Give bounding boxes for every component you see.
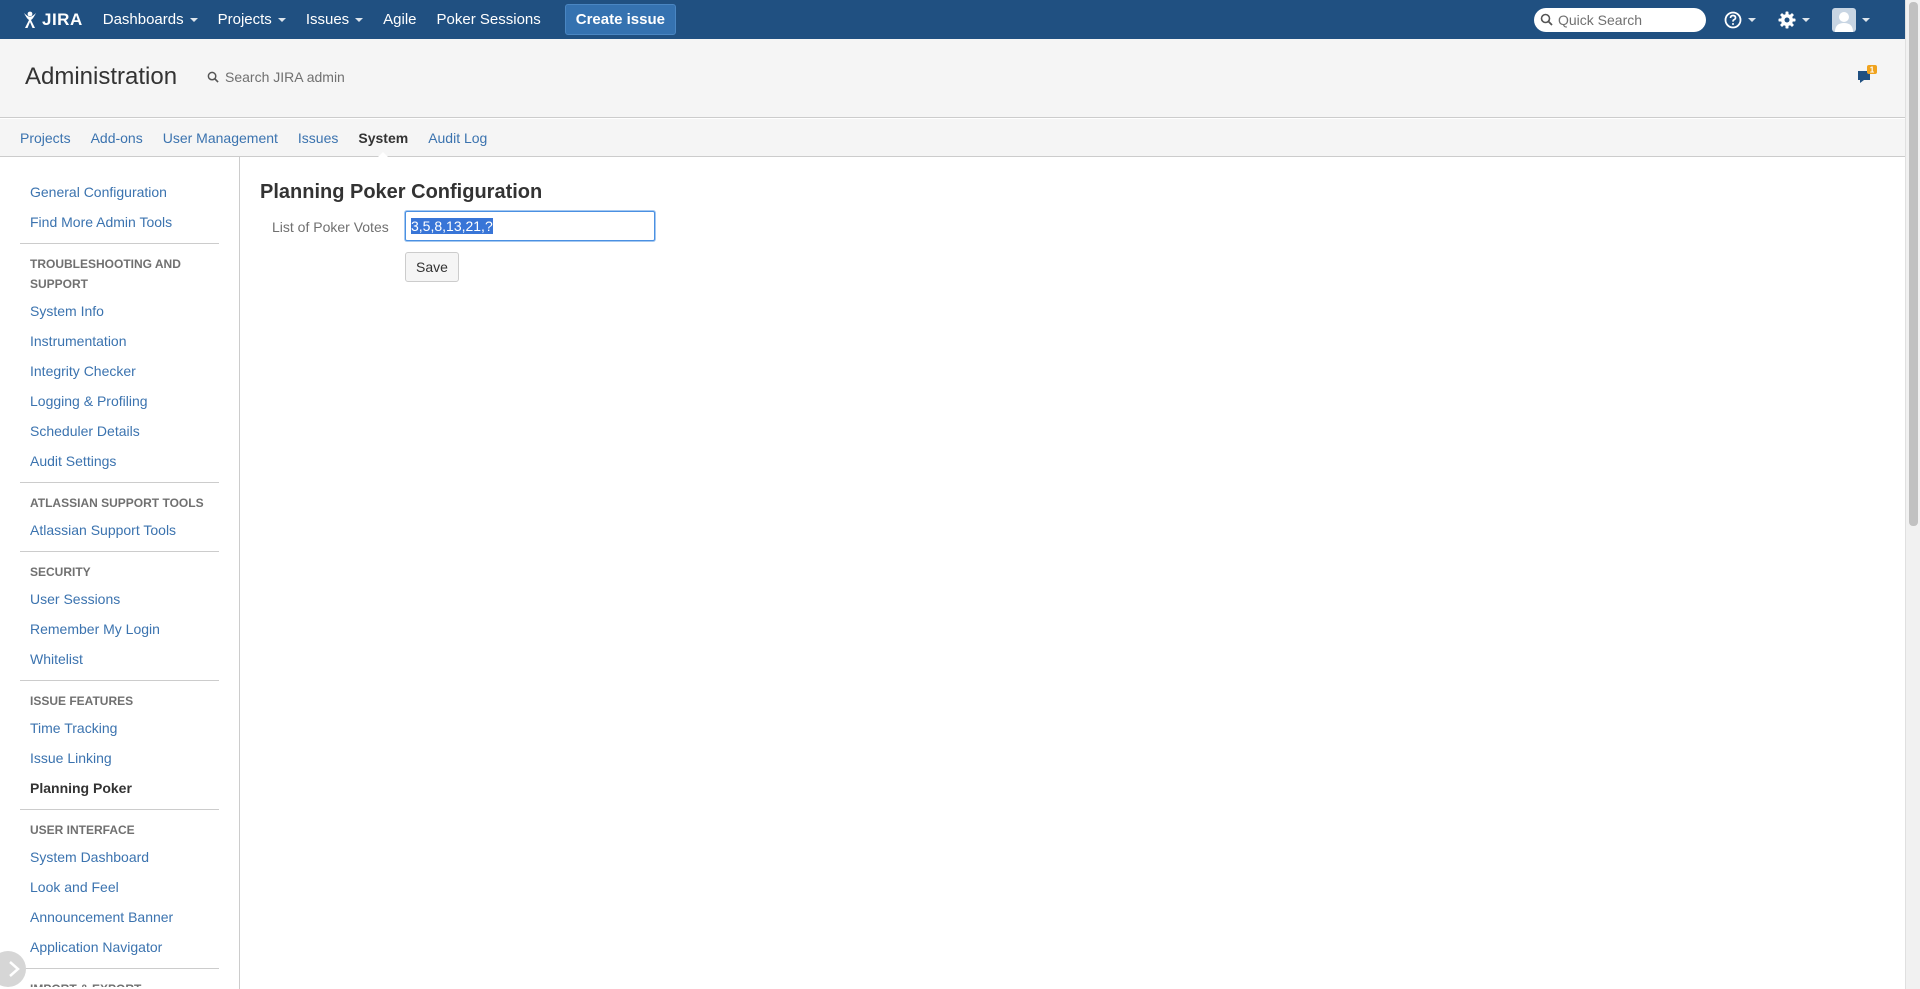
search-icon [207, 71, 219, 83]
sidebar-item-scheduler-details[interactable]: Scheduler Details [20, 416, 219, 446]
nav-agile[interactable]: Agile [373, 0, 426, 39]
sidebar-item-look-and-feel[interactable]: Look and Feel [20, 872, 219, 902]
user-avatar-icon [1832, 7, 1856, 32]
admin-tabs: Projects Add-ons User Management Issues … [0, 119, 1905, 158]
sidebar-divider [20, 243, 219, 244]
tab-add-ons[interactable]: Add-ons [91, 119, 143, 157]
quick-search[interactable] [1534, 7, 1706, 32]
sidebar-divider [20, 551, 219, 552]
admin-search[interactable] [207, 69, 425, 85]
help-icon [1724, 11, 1742, 28]
logo-text: JIRA [42, 9, 83, 29]
nav-agile-label: Agile [383, 11, 417, 28]
scrollbar-thumb[interactable] [1909, 2, 1918, 526]
sidebar-heading-import-export: IMPORT & EXPORT [20, 979, 219, 987]
sidebar-heading-atlassian-support-tools: ATLASSIAN SUPPORT TOOLS [30, 496, 204, 510]
chevron-right-icon [9, 961, 20, 977]
notification-count: 1 [1870, 66, 1875, 75]
sidebar-item-remember-my-login[interactable]: Remember My Login [20, 614, 219, 644]
nav-projects[interactable]: Projects [208, 0, 296, 39]
chevron-down-icon [355, 17, 364, 22]
sidebar-item-general-configuration[interactable]: General Configuration [20, 177, 219, 207]
create-issue-button[interactable]: Create issue [564, 4, 676, 35]
tab-system[interactable]: System [358, 119, 408, 158]
chevron-down-icon [189, 17, 198, 22]
sidebar-item-issue-linking[interactable]: Issue Linking [20, 743, 219, 773]
notifications-button[interactable]: 1 [1856, 64, 1878, 89]
top-header: JIRA Dashboards Projects Issues Agile Po… [0, 0, 1905, 39]
chevron-down-icon [1802, 17, 1810, 22]
sidebar-item-logging-profiling[interactable]: Logging & Profiling [20, 386, 219, 416]
sidebar-item-planning-poker[interactable]: Planning Poker [20, 773, 219, 803]
header-right [1534, 0, 1905, 39]
sidebar-divider [20, 482, 219, 483]
quick-search-input[interactable] [1558, 11, 1698, 28]
admin-sidebar: General Configuration Find More Admin To… [0, 157, 240, 989]
search-icon [1540, 13, 1553, 26]
sidebar-heading-issue-features: ISSUE FEATURES [30, 694, 134, 708]
help-menu[interactable] [1724, 11, 1756, 29]
tab-projects[interactable]: Projects [20, 119, 71, 157]
tab-issues[interactable]: Issues [298, 119, 338, 157]
chevron-down-icon [1862, 17, 1870, 22]
planning-poker-title: Planning Poker Configuration [260, 181, 543, 203]
save-button[interactable]: Save [405, 252, 459, 282]
poker-votes-input[interactable] [405, 211, 655, 241]
tab-audit-log[interactable]: Audit Log [428, 119, 487, 157]
page-scrollbar[interactable] [1905, 0, 1920, 989]
sidebar-item-whitelist[interactable]: Whitelist [20, 644, 219, 674]
nav-issues[interactable]: Issues [296, 0, 373, 39]
sidebar-item-system-info[interactable]: System Info [20, 296, 219, 326]
sidebar-item-instrumentation[interactable]: Instrumentation [20, 326, 219, 356]
sidebar-item-find-more-admin-tools[interactable]: Find More Admin Tools [20, 207, 219, 237]
sidebar-item-audit-settings[interactable]: Audit Settings [20, 446, 219, 476]
chevron-down-icon [277, 17, 286, 22]
tab-user-management[interactable]: User Management [163, 119, 278, 157]
gear-icon [1778, 11, 1796, 28]
feedback-icon: 1 [1858, 65, 1877, 83]
poker-votes-label: List of Poker Votes [272, 219, 389, 235]
sidebar-divider [20, 968, 219, 969]
jira-logo[interactable]: JIRA [20, 10, 83, 30]
sidebar-heading-security: SECURITY [30, 565, 91, 579]
main-nav: Dashboards Projects Issues Agile Poker S… [93, 0, 551, 39]
nav-projects-label: Projects [217, 11, 272, 28]
admin-search-input[interactable] [225, 69, 425, 85]
sidebar-heading-user-interface: USER INTERFACE [30, 823, 135, 837]
sidebar-item-integrity-checker[interactable]: Integrity Checker [20, 356, 219, 386]
nav-issues-label: Issues [305, 11, 350, 28]
sidebar-heading-troubleshooting: TROUBLESHOOTING AND SUPPORT [30, 257, 181, 291]
sidebar-item-application-navigator[interactable]: Application Navigator [20, 932, 219, 962]
user-menu[interactable] [1832, 7, 1870, 32]
sidebar-item-atlassian-support-tools[interactable]: Atlassian Support Tools [20, 515, 219, 545]
admin-header: Administration 1 [0, 39, 1905, 118]
admin-settings-menu[interactable] [1778, 11, 1810, 29]
sidebar-divider [20, 680, 219, 681]
nav-poker-sessions[interactable]: Poker Sessions [427, 0, 551, 39]
jira-logo-icon [24, 11, 36, 28]
nav-dashboards[interactable]: Dashboards [93, 0, 208, 39]
sidebar-item-user-sessions[interactable]: User Sessions [20, 584, 219, 614]
sidebar-divider [20, 809, 219, 810]
page-title: Administration [25, 63, 178, 90]
sidebar-item-system-dashboard[interactable]: System Dashboard [20, 842, 219, 872]
sidebar-item-announcement-banner[interactable]: Announcement Banner [20, 902, 219, 932]
sidebar-item-time-tracking[interactable]: Time Tracking [20, 713, 219, 743]
nav-dashboards-label: Dashboards [102, 11, 184, 28]
chevron-down-icon [1748, 17, 1756, 22]
nav-poker-sessions-label: Poker Sessions [436, 11, 541, 28]
